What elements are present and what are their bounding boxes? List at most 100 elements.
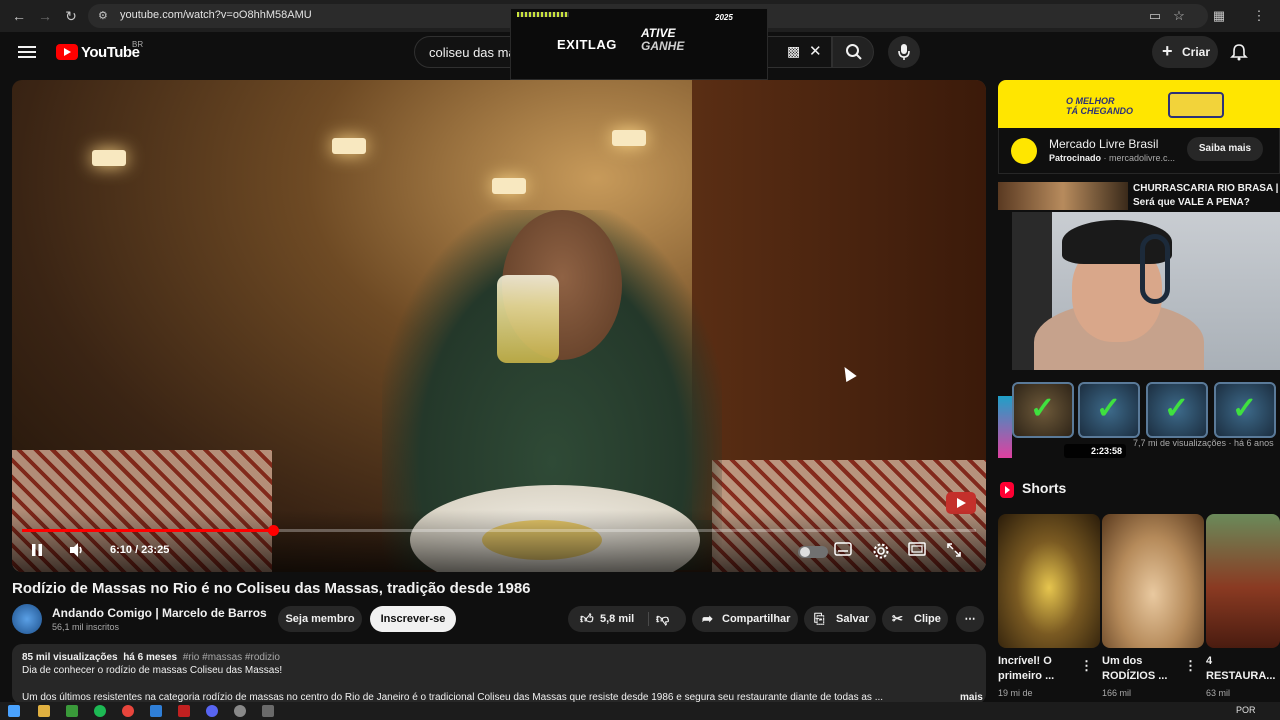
keyboard-icon[interactable]: ▩	[787, 43, 800, 60]
subscribe-button[interactable]: Inscrever-se	[370, 606, 456, 632]
os-taskbar: POR	[0, 702, 1280, 720]
short-thumbnail[interactable]	[1102, 514, 1204, 648]
overlay-sponsor-banner: EXITLAG ATIVE GANHE 2025	[510, 8, 768, 80]
video-scene-wall	[692, 80, 986, 520]
short-thumbnail[interactable]	[1206, 514, 1280, 648]
time-display: 6:10 / 23:25	[110, 544, 170, 556]
save-label: Salvar	[836, 613, 870, 625]
chrome-icon[interactable]	[122, 705, 134, 717]
youtube-logo[interactable]: YouTube	[56, 43, 140, 61]
search-button[interactable]	[832, 36, 874, 68]
achievement-badge: ✓	[1146, 382, 1208, 438]
scrubber-handle[interactable]	[267, 525, 279, 536]
obs-icon[interactable]	[234, 705, 246, 717]
reload-icon[interactable]: ↻	[62, 7, 80, 25]
sponsored-label: Patrocinado	[1049, 153, 1102, 163]
achievement-badge: ✓	[1214, 382, 1276, 438]
app-icon[interactable]	[178, 705, 190, 717]
subscriber-count: 56,1 mil inscritos	[52, 622, 120, 632]
forward-icon[interactable]: →	[36, 7, 54, 25]
bookmark-star-icon[interactable]: ☆	[1170, 7, 1188, 25]
back-icon[interactable]: ←	[10, 7, 28, 25]
clip-button[interactable]: ✂ Clipe	[882, 606, 948, 632]
site-info-icon[interactable]: ⚙	[98, 9, 112, 23]
progress-bar[interactable]	[22, 525, 976, 536]
logo-text: YouTube	[81, 44, 140, 61]
channel-name[interactable]: Andando Comigo | Marcelo de Barros	[52, 606, 267, 620]
hashtags[interactable]: #rio #massas #rodizio	[183, 652, 280, 663]
advertiser-logo[interactable]	[1011, 138, 1037, 164]
video-title: Rodízio de Massas no Rio é no Coliseu da…	[12, 580, 531, 597]
divider	[648, 612, 649, 626]
short-title[interactable]: Um dos RODÍZIOS ...	[1102, 654, 1182, 684]
hamburger-menu-icon[interactable]	[18, 43, 36, 61]
short-views: 166 mil	[1102, 688, 1132, 698]
scissors-icon: ✂	[892, 611, 903, 626]
video-scene-lights	[72, 130, 646, 220]
sponsor-tagline-1: ATIVE	[641, 26, 676, 40]
upload-age: há 6 meses	[123, 652, 178, 663]
short-thumbnail[interactable]	[998, 514, 1100, 648]
short-title[interactable]: 4 RESTAURA...	[1206, 654, 1280, 684]
file-explorer-icon[interactable]	[38, 705, 50, 717]
subtitles-icon	[834, 542, 852, 556]
ad-info-row: Mercado Livre Brasil Patrocinado · merca…	[998, 128, 1280, 174]
ad-banner-line-1: O MELHOR	[1066, 96, 1115, 106]
theater-mode-button[interactable]	[908, 542, 926, 559]
windows-start-icon[interactable]	[8, 705, 20, 717]
short-views: 63 mil	[1206, 688, 1231, 698]
url-text: youtube.com/watch?v=oO8hhM58AMU	[120, 9, 312, 21]
input-language[interactable]: POR	[1236, 705, 1256, 715]
autoplay-toggle[interactable]	[798, 546, 828, 558]
check-icon: ✓	[1030, 392, 1056, 425]
recommended-video-title[interactable]: CHURRASCARIA RIO BRASA | Será que VALE A…	[1133, 182, 1280, 210]
share-icon: ➦	[702, 611, 713, 626]
discord-icon[interactable]	[206, 705, 218, 717]
sponsor-brand: EXITLAG	[557, 37, 617, 52]
fullscreen-icon	[947, 543, 961, 557]
description-box[interactable]: 85 mil visualizações há 6 meses #rio #ma…	[12, 644, 986, 704]
like-count[interactable]: 5,8 mil	[600, 606, 634, 632]
advertiser-name[interactable]: Mercado Livre Brasil	[1049, 137, 1158, 151]
channel-avatar[interactable]	[12, 604, 42, 634]
ad-domain: · mercadolivre.c...	[1103, 153, 1176, 163]
fullscreen-button[interactable]	[946, 542, 962, 561]
install-app-icon[interactable]: ▭	[1146, 7, 1164, 25]
short-menu-icon[interactable]: ⋮	[1184, 658, 1197, 674]
thumbs-up-icon[interactable]: 👍︎	[580, 606, 594, 632]
sponsored-ad-banner[interactable]: O MELHOR TÁ CHEGANDO	[998, 80, 1280, 128]
description-meta: 85 mil visualizações há 6 meses #rio #ma…	[22, 652, 280, 663]
check-icon: ✓	[1164, 392, 1190, 425]
decorative-bar	[517, 12, 569, 17]
subtitles-button[interactable]	[834, 542, 852, 559]
short-menu-icon[interactable]: ⋮	[1080, 658, 1093, 674]
microphone-icon	[898, 44, 910, 60]
create-button[interactable]: + Criar	[1152, 36, 1218, 68]
recommended-video-meta: 7,7 mi de visualizações · há 6 anos	[1133, 438, 1274, 448]
notifications-bell-icon[interactable]	[1230, 43, 1248, 61]
thumbs-down-icon[interactable]: 👎︎	[656, 606, 669, 632]
voice-search-button[interactable]	[888, 36, 920, 68]
share-button[interactable]: ➦ Compartilhar	[692, 606, 798, 632]
app-icon[interactable]	[262, 705, 274, 717]
pause-button[interactable]	[30, 542, 44, 561]
spotify-icon[interactable]	[94, 705, 106, 717]
app-icon[interactable]	[66, 705, 78, 717]
achievement-badge: ✓	[1012, 382, 1074, 438]
video-scene-mug	[497, 275, 559, 363]
shorts-icon	[1000, 482, 1014, 498]
recommended-video-thumbnail[interactable]	[998, 182, 1128, 210]
video-player[interactable]: 6:10 / 23:25	[12, 80, 986, 572]
shorts-heading: Shorts	[1022, 480, 1067, 496]
short-title[interactable]: Incrível! O primeiro ...	[998, 654, 1078, 684]
extensions-icon[interactable]: ▦	[1210, 7, 1228, 25]
browser-menu-icon[interactable]: ⋮	[1250, 7, 1268, 25]
more-actions-button[interactable]: ⋯	[956, 606, 984, 632]
save-button[interactable]: ⎘ Salvar	[804, 606, 876, 632]
volume-button[interactable]	[68, 542, 86, 561]
clear-search-icon[interactable]: ✕	[809, 42, 822, 60]
settings-button[interactable]	[872, 542, 890, 563]
join-member-button[interactable]: Seja membro	[278, 606, 362, 632]
learn-more-button[interactable]: Saiba mais	[1187, 137, 1263, 161]
app-icon[interactable]	[150, 705, 162, 717]
